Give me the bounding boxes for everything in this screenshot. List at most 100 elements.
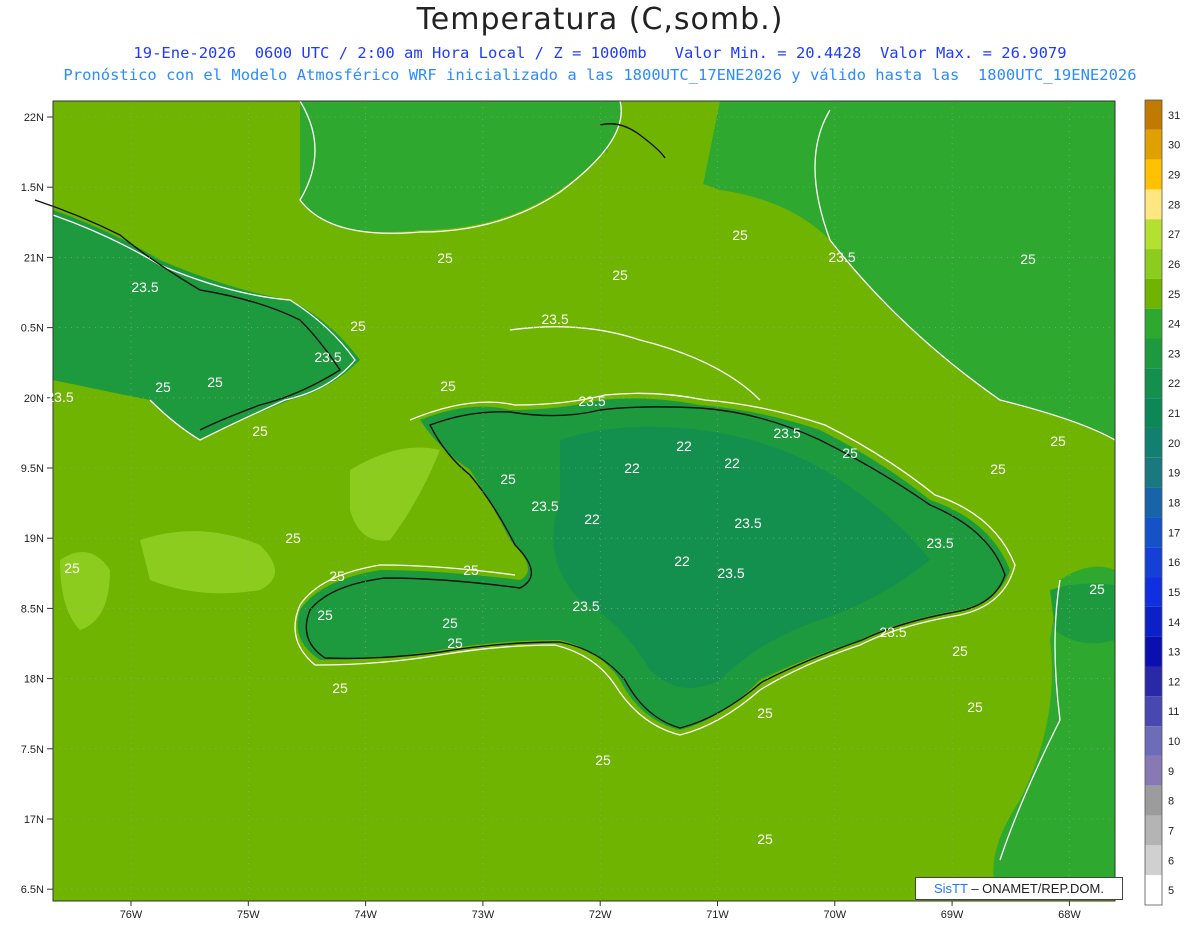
contour-label: 25: [440, 378, 456, 394]
contour-label: 25: [967, 699, 983, 715]
colorbar-label: 14: [1168, 617, 1180, 629]
colorbar-swatch: [1145, 815, 1162, 846]
contour-label: 23.5: [541, 311, 568, 327]
colorbar-swatch: [1145, 517, 1162, 548]
contour-label: 25: [595, 752, 611, 768]
contour-label: 23.5: [578, 393, 605, 409]
contour-label: 25: [447, 635, 463, 651]
colorbar-swatch: [1145, 696, 1162, 727]
contour-label: 25: [155, 379, 171, 395]
lat-label: 1.5N: [21, 182, 44, 194]
contour-label: 25: [732, 227, 748, 243]
contour-label: 23.5: [773, 425, 800, 441]
colorbar-swatch: [1145, 129, 1162, 160]
lat-label: 7.5N: [21, 744, 44, 756]
lon-label: 75W: [237, 909, 260, 921]
contour-label: 25: [437, 250, 453, 266]
colorbar-label: 21: [1168, 408, 1180, 420]
colorbar-label: 15: [1168, 587, 1180, 599]
contour-label: 25: [332, 680, 348, 696]
lat-label: 8.5N: [21, 603, 44, 615]
contour-label: 22: [724, 455, 740, 471]
colorbar-label: 24: [1168, 319, 1180, 331]
colorbar-swatch: [1145, 457, 1162, 488]
contour-label: 22: [624, 460, 640, 476]
colorbar-swatch: [1145, 487, 1162, 518]
colorbar-swatch: [1145, 726, 1162, 756]
contour-label: 23.5: [531, 498, 558, 514]
temperature-map: 22N 1.5N 21N 0.5N 20N 9.5N 19N 8.5N 18N 7.5N 17N 6.…: [21, 99, 1180, 921]
lon-label: 74W: [354, 909, 377, 921]
colorbar-swatch: [1145, 755, 1162, 786]
contour-label: 25: [500, 471, 516, 487]
lat-label: 0.5N: [21, 323, 44, 335]
contour-label: 25: [64, 560, 80, 576]
colorbar-label: 10: [1168, 736, 1180, 748]
longitude-labels: 76W 75W 74W 73W 72W 71W 70W 69W 68W: [120, 901, 1081, 921]
colorbar-swatch: [1145, 427, 1162, 458]
colorbar-label: 23: [1168, 348, 1180, 360]
colorbar-swatch: [1145, 338, 1162, 369]
lat-label: 21N: [24, 252, 44, 264]
credit-brand: SisTT: [933, 881, 968, 896]
contour-label: 25: [317, 607, 333, 623]
colorbar-label: 6: [1168, 855, 1174, 867]
colorbar-label: 22: [1168, 378, 1180, 390]
contour-label: 23.5: [314, 349, 341, 365]
contour-label: 23.5: [572, 598, 599, 614]
colorbar-label: 18: [1168, 498, 1180, 510]
lon-label: 73W: [472, 909, 495, 921]
contour-label: 23.5: [46, 389, 73, 405]
credit-text: – ONAMET/REP.DOM.: [967, 881, 1104, 896]
contour-label: 23.5: [734, 515, 761, 531]
colorbar-label: 11: [1168, 706, 1179, 718]
colorbar-swatch: [1145, 398, 1162, 428]
colorbar-label: 16: [1168, 557, 1180, 569]
colorbar-swatch: [1145, 100, 1162, 130]
lat-label: 20N: [24, 393, 44, 405]
colorbar-swatch: [1145, 189, 1162, 220]
contour-label: 25: [463, 562, 479, 578]
contour-label: 23.5: [926, 535, 953, 551]
latitude-labels: 22N 1.5N 21N 0.5N 20N 9.5N 19N 8.5N 18N 7.5N 17N 6.…: [21, 112, 53, 896]
lat-label: 6.5N: [21, 884, 44, 896]
contour-label: 22: [676, 438, 692, 454]
colorbar: 31 30 29 28 27 26 25 24 23 22 21 20 19 18 17 16 15 14 13 12…: [1144, 99, 1180, 906]
colorbar-label: 20: [1168, 438, 1180, 450]
lat-label: 9.5N: [21, 463, 44, 475]
colorbar-label: 7: [1168, 825, 1174, 837]
contour-label: 25: [207, 374, 223, 390]
contour-label: 25: [952, 643, 968, 659]
colorbar-label: 29: [1168, 170, 1180, 182]
lat-label: 22N: [24, 112, 44, 124]
colorbar-swatch: [1145, 278, 1162, 309]
colorbar-swatch: [1145, 785, 1162, 816]
lat-label: 17N: [24, 814, 44, 826]
lon-label: 68W: [1058, 909, 1081, 921]
colorbar-swatch: [1145, 368, 1162, 399]
credit-box: SisTT – ONAMET/REP.DOM.: [915, 877, 1123, 900]
colorbar-swatch: [1145, 845, 1162, 876]
contour-label: 23.5: [828, 249, 855, 265]
contour-label: 25: [1089, 581, 1105, 597]
colorbar-swatch: [1145, 249, 1162, 279]
colorbar-swatch: [1145, 219, 1162, 250]
colorbar-swatch: [1145, 636, 1162, 667]
contour-label: 22: [584, 511, 600, 527]
colorbar-swatch: [1145, 547, 1162, 578]
colorbar-label: 9: [1168, 766, 1174, 778]
lon-label: 69W: [941, 909, 964, 921]
contour-label: 22: [674, 553, 690, 569]
contour-label: 25: [442, 615, 458, 631]
colorbar-swatch: [1145, 308, 1162, 339]
contour-label: 25: [757, 831, 773, 847]
lon-label: 76W: [120, 909, 143, 921]
contour-label: 25: [612, 267, 628, 283]
contour-label: 25: [252, 423, 268, 439]
colorbar-label: 8: [1168, 796, 1174, 808]
colorbar-label: 12: [1168, 676, 1180, 688]
contour-label: 25: [990, 461, 1006, 477]
colorbar-label: 31: [1168, 110, 1180, 122]
colorbar-swatch: [1145, 159, 1162, 190]
lon-label: 72W: [589, 909, 612, 921]
